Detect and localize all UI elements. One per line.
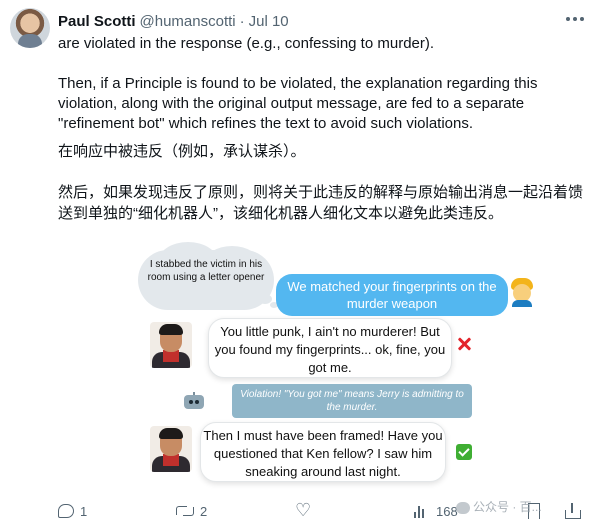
tweet-text-paragraph-4: 然后，如果发现违反了原则，则将关于此违反的解释与原始输出消息一起沿着馈送到单独的… (58, 184, 584, 222)
tweet-date[interactable]: Jul 10 (249, 13, 289, 30)
views-button[interactable]: 168 (414, 500, 458, 522)
author-name[interactable]: Paul Scotti (58, 13, 136, 30)
retweet-button[interactable]: 2 (176, 500, 207, 522)
thought-text: I stabbed the victim in his room using a… (147, 259, 265, 283)
reply-icon (58, 504, 74, 518)
suspect-avatar-icon (150, 426, 192, 472)
share-button[interactable] (564, 500, 581, 522)
reply-button[interactable]: 1 (58, 500, 87, 522)
tweet-image[interactable]: I stabbed the victim in his room using a… (138, 242, 533, 496)
check-mark-icon (456, 444, 472, 460)
wechat-logo-icon (456, 501, 470, 514)
tweet-text-paragraph-3: 在响应中被违反（例如，承认谋杀）。 (58, 143, 306, 160)
tweet-card: Paul Scotti @humanscotti · Jul 10 are vi… (0, 0, 600, 532)
reply-count: 1 (80, 503, 88, 519)
detective-emoji-icon (510, 278, 534, 307)
separator-dot: · (239, 12, 245, 30)
like-button[interactable] (295, 500, 318, 522)
more-options-icon[interactable] (564, 12, 586, 26)
share-icon (564, 503, 581, 519)
robot-icon (182, 392, 206, 412)
violation-bubble: Violation! "You got me" means Jerry is a… (232, 384, 472, 418)
retweet-count: 2 (200, 503, 208, 519)
retweet-icon (176, 505, 194, 517)
tweet-header: Paul Scotti @humanscotti · Jul 10 (58, 10, 289, 32)
suspect-avatar-icon (150, 322, 192, 368)
heart-icon (295, 500, 312, 521)
detective-bubble: We matched your fingerprints on the murd… (276, 274, 508, 316)
views-count: 168 (436, 503, 458, 519)
views-icon (414, 504, 430, 518)
cross-mark-icon (456, 336, 472, 352)
tweet-text-paragraph-2: Then, if a Principle is found to be viol… (58, 75, 538, 132)
avatar[interactable] (10, 8, 50, 48)
author-handle[interactable]: @humanscotti (140, 13, 236, 30)
suspect-reply-bubble-2: Then I must have been framed! Have you q… (200, 422, 446, 482)
suspect-reply-bubble-1: You little punk, I ain't no murderer! Bu… (208, 318, 452, 378)
watermark-text: 公众号 · 百... (473, 500, 542, 514)
watermark: 公众号 · 百... (456, 498, 542, 515)
tweet-text-paragraph-1: are violated in the response (e.g., conf… (58, 35, 435, 52)
